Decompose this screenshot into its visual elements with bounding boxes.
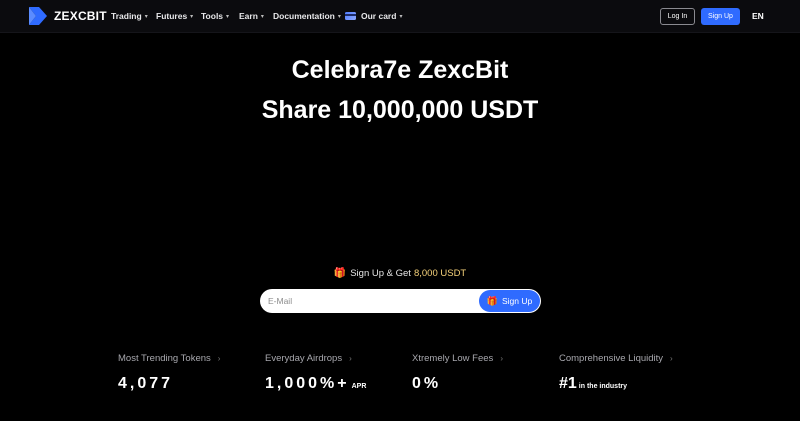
chevron-right-icon: › [670,354,673,363]
chevron-right-icon: › [217,354,221,363]
chevron-down-icon: ▾ [190,13,194,20]
chevron-down-icon: ▾ [260,13,264,20]
stat-link[interactable]: Everyday Airdrops › [265,353,366,364]
stat-value: 4,077 [118,375,220,393]
email-signup-label: Sign Up [501,296,533,306]
credit-card-icon [345,12,356,20]
stat-label: Comprehensive Liquidity [559,353,664,364]
stat-suffix: APR [351,383,367,390]
chevron-right-icon: › [349,354,352,363]
stat-low-fees: Xtremely Low Fees › 0% [412,353,503,393]
stat-link[interactable]: Xtremely Low Fees › [412,353,503,364]
stat-trending-tokens: Most Trending Tokens › 4,077 [118,353,220,393]
stat-number: 0% [412,375,442,392]
nav-item-label: Our card [361,11,397,21]
stat-link[interactable]: Most Trending Tokens › [118,353,220,364]
signup-promo: 🎁 Sign Up & Get 8,000 USDT [0,268,800,279]
stat-number: 1,000%+ [265,375,350,392]
nav-item-label: Tools [201,11,224,21]
stat-value: #1 in the industry [559,375,673,393]
nav-item-documentation[interactable]: Documentation ▾ [273,11,341,21]
stat-liquidity: Comprehensive Liquidity › #1 in the indus… [559,353,673,393]
chevron-down-icon: ▾ [226,13,230,20]
stat-label: Xtremely Low Fees [412,353,494,364]
chevron-down-icon: ▾ [337,13,341,20]
stat-airdrops: Everyday Airdrops › 1,000%+ APR [265,353,366,393]
nav-item-trading[interactable]: Trading ▾ [111,11,148,21]
stat-suffix: in the industry [578,383,628,390]
nav-item-our-card[interactable]: Our card ▾ [345,11,402,21]
stat-number: #1 [559,375,577,392]
chevron-down-icon: ▾ [144,13,148,20]
nav-item-earn[interactable]: Earn ▾ [239,11,264,21]
email-signup-button[interactable]: 🎁 Sign Up [479,290,540,312]
chevron-down-icon: ▾ [399,13,403,20]
gift-icon: 🎁 [486,295,498,306]
stat-value: 1,000%+ APR [265,375,366,393]
hero-subtitle: Share 10,000,000 USDT [261,96,539,124]
email-input[interactable] [268,292,478,310]
nav-item-label: Trading [111,11,142,21]
nav-item-label: Futures [156,11,188,21]
hero-title: Celebra7e ZexcBit [291,56,509,84]
signup-button[interactable]: Sign Up [701,8,740,25]
stat-number: 4,077 [118,375,174,392]
nav-item-futures[interactable]: Futures ▾ [156,11,193,21]
stat-link[interactable]: Comprehensive Liquidity › [559,353,673,364]
zexcbit-logo-icon [29,7,47,25]
stat-label: Everyday Airdrops [265,353,343,364]
email-signup-form: 🎁 Sign Up [260,289,541,313]
top-navbar: ZEXCBIT Trading ▾ Futures ▾ Tools ▾ Earn ▾ D… [0,0,800,33]
stat-label: Most Trending Tokens [118,353,211,364]
nav-item-label: Documentation [273,11,335,21]
stat-value: 0% [412,375,503,393]
nav-item-tools[interactable]: Tools ▾ [201,11,229,21]
login-button[interactable]: Log In [660,8,695,25]
language-selector[interactable]: EN [752,11,764,21]
chevron-right-icon: › [500,354,503,363]
promo-amount: 8,000 USDT [413,268,467,279]
nav-item-label: Earn [239,11,258,21]
gift-icon: 🎁 [333,268,347,279]
promo-text: Sign Up & Get [350,268,411,279]
brand[interactable]: ZEXCBIT [29,7,107,25]
brand-name: ZEXCBIT [54,9,107,23]
